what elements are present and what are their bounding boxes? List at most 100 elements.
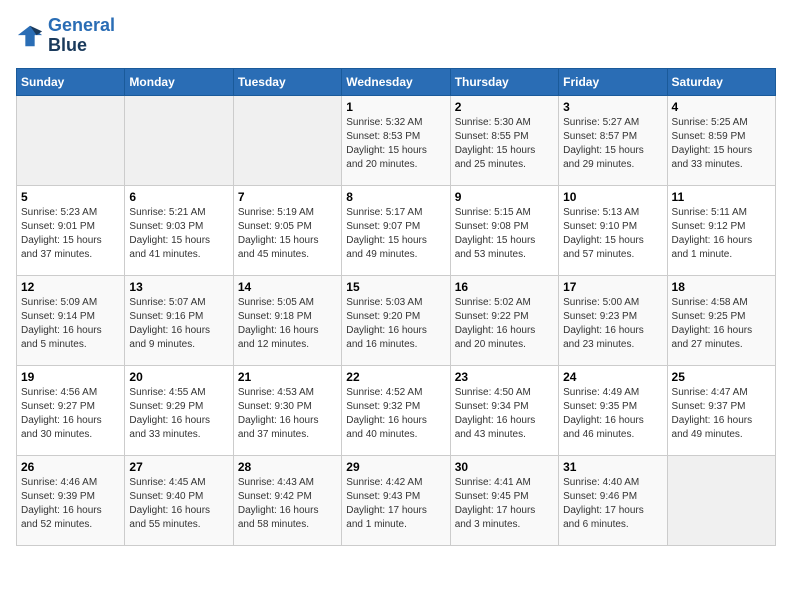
calendar-cell: 9 Sunrise: 5:15 AM Sunset: 9:08 PM Daylig… — [450, 185, 558, 275]
calendar-cell: 14 Sunrise: 5:05 AM Sunset: 9:18 PM Dayli… — [233, 275, 341, 365]
calendar-cell: 11 Sunrise: 5:11 AM Sunset: 9:12 PM Dayli… — [667, 185, 775, 275]
calendar-cell: 17 Sunrise: 5:00 AM Sunset: 9:23 PM Dayli… — [559, 275, 667, 365]
calendar-cell: 26Sunrise: 4:46 AM Sunset: 9:39 PM Dayli… — [17, 455, 125, 545]
calendar-cell: 13 Sunrise: 5:07 AM Sunset: 9:16 PM Dayli… — [125, 275, 233, 365]
day-number: 16 — [455, 280, 554, 294]
week-row-1: 1Sunrise: 5:32 AM Sunset: 8:53 PM Daylig… — [17, 95, 776, 185]
day-header-monday: Monday — [125, 68, 233, 95]
calendar-cell: 18 Sunrise: 4:58 AM Sunset: 9:25 PM Dayli… — [667, 275, 775, 365]
day-number: 17 — [563, 280, 662, 294]
day-info: Sunrise: 5:03 AM Sunset: 9:20 PM Dayligh… — [346, 296, 445, 352]
day-number: 24 — [563, 370, 662, 384]
day-number: 4 — [672, 100, 771, 114]
calendar-cell: 12 Sunrise: 5:09 AM Sunset: 9:14 PM Dayli… — [17, 275, 125, 365]
calendar-cell: 3 Sunrise: 5:27 AM Sunset: 8:57 PM Daylig… — [559, 95, 667, 185]
week-row-5: 26Sunrise: 4:46 AM Sunset: 9:39 PM Dayli… — [17, 455, 776, 545]
day-info: Sunrise: 5:19 AM Sunset: 9:05 PM Dayligh… — [238, 206, 337, 262]
day-number: 20 — [129, 370, 228, 384]
day-number: 25 — [672, 370, 771, 384]
day-info: Sunrise: 5:15 AM Sunset: 9:08 PM Dayligh… — [455, 206, 554, 262]
day-number: 9 — [455, 190, 554, 204]
day-info: Sunrise: 5:05 AM Sunset: 9:18 PM Dayligh… — [238, 296, 337, 352]
day-info: Sunrise: 4:53 AM Sunset: 9:30 PM Dayligh… — [238, 386, 337, 442]
calendar-cell: 31 Sunrise: 4:40 AM Sunset: 9:46 PM Dayli… — [559, 455, 667, 545]
day-number: 5 — [21, 190, 120, 204]
calendar-cell: 5Sunrise: 5:23 AM Sunset: 9:01 PM Daylig… — [17, 185, 125, 275]
day-info: Sunrise: 4:52 AM Sunset: 9:32 PM Dayligh… — [346, 386, 445, 442]
day-info: Sunrise: 5:27 AM Sunset: 8:57 PM Dayligh… — [563, 116, 662, 172]
calendar-cell: 16 Sunrise: 5:02 AM Sunset: 9:22 PM Dayli… — [450, 275, 558, 365]
logo-text: GeneralBlue — [48, 16, 115, 56]
day-info: Sunrise: 4:47 AM Sunset: 9:37 PM Dayligh… — [672, 386, 771, 442]
day-info: Sunrise: 4:58 AM Sunset: 9:25 PM Dayligh… — [672, 296, 771, 352]
day-number: 22 — [346, 370, 445, 384]
calendar-cell: 19 Sunrise: 4:56 AM Sunset: 9:27 PM Dayli… — [17, 365, 125, 455]
day-number: 14 — [238, 280, 337, 294]
day-info: Sunrise: 4:40 AM Sunset: 9:46 PM Dayligh… — [563, 476, 662, 532]
calendar-cell — [125, 95, 233, 185]
day-number: 13 — [129, 280, 228, 294]
day-info: Sunrise: 4:43 AM Sunset: 9:42 PM Dayligh… — [238, 476, 337, 532]
calendar-cell: 6Sunrise: 5:21 AM Sunset: 9:03 PM Daylig… — [125, 185, 233, 275]
day-info: Sunrise: 4:55 AM Sunset: 9:29 PM Dayligh… — [129, 386, 228, 442]
calendar-cell: 21 Sunrise: 4:53 AM Sunset: 9:30 PM Dayli… — [233, 365, 341, 455]
day-info: Sunrise: 4:41 AM Sunset: 9:45 PM Dayligh… — [455, 476, 554, 532]
day-info: Sunrise: 5:11 AM Sunset: 9:12 PM Dayligh… — [672, 206, 771, 262]
day-info: Sunrise: 4:42 AM Sunset: 9:43 PM Dayligh… — [346, 476, 445, 532]
day-info: Sunrise: 4:50 AM Sunset: 9:34 PM Dayligh… — [455, 386, 554, 442]
calendar-table: SundayMondayTuesdayWednesdayThursdayFrid… — [16, 68, 776, 546]
day-info: Sunrise: 5:02 AM Sunset: 9:22 PM Dayligh… — [455, 296, 554, 352]
calendar-cell: 10Sunrise: 5:13 AM Sunset: 9:10 PM Dayli… — [559, 185, 667, 275]
day-number: 30 — [455, 460, 554, 474]
day-number: 21 — [238, 370, 337, 384]
calendar-cell — [17, 95, 125, 185]
day-info: Sunrise: 5:32 AM Sunset: 8:53 PM Dayligh… — [346, 116, 445, 172]
calendar-cell: 4 Sunrise: 5:25 AM Sunset: 8:59 PM Daylig… — [667, 95, 775, 185]
day-header-sunday: Sunday — [17, 68, 125, 95]
day-number: 2 — [455, 100, 554, 114]
calendar-cell: 28 Sunrise: 4:43 AM Sunset: 9:42 PM Dayli… — [233, 455, 341, 545]
day-info: Sunrise: 5:25 AM Sunset: 8:59 PM Dayligh… — [672, 116, 771, 172]
day-info: Sunrise: 5:13 AM Sunset: 9:10 PM Dayligh… — [563, 206, 662, 262]
calendar-cell: 24 Sunrise: 4:49 AM Sunset: 9:35 PM Dayli… — [559, 365, 667, 455]
day-number: 6 — [129, 190, 228, 204]
day-header-tuesday: Tuesday — [233, 68, 341, 95]
calendar-cell: 23 Sunrise: 4:50 AM Sunset: 9:34 PM Dayli… — [450, 365, 558, 455]
day-number: 27 — [129, 460, 228, 474]
day-header-thursday: Thursday — [450, 68, 558, 95]
day-number: 28 — [238, 460, 337, 474]
day-header-saturday: Saturday — [667, 68, 775, 95]
calendar-cell: 2 Sunrise: 5:30 AM Sunset: 8:55 PM Daylig… — [450, 95, 558, 185]
calendar-cell: 22 Sunrise: 4:52 AM Sunset: 9:32 PM Dayli… — [342, 365, 450, 455]
calendar-cell — [667, 455, 775, 545]
day-number: 31 — [563, 460, 662, 474]
day-info: Sunrise: 5:00 AM Sunset: 9:23 PM Dayligh… — [563, 296, 662, 352]
week-row-3: 12 Sunrise: 5:09 AM Sunset: 9:14 PM Dayli… — [17, 275, 776, 365]
day-number: 29 — [346, 460, 445, 474]
calendar-cell: 20 Sunrise: 4:55 AM Sunset: 9:29 PM Dayli… — [125, 365, 233, 455]
day-number: 23 — [455, 370, 554, 384]
logo-icon — [16, 22, 44, 50]
day-info: Sunrise: 4:56 AM Sunset: 9:27 PM Dayligh… — [21, 386, 120, 442]
day-info: Sunrise: 4:49 AM Sunset: 9:35 PM Dayligh… — [563, 386, 662, 442]
day-number: 3 — [563, 100, 662, 114]
day-number: 8 — [346, 190, 445, 204]
day-number: 7 — [238, 190, 337, 204]
calendar-cell: 1Sunrise: 5:32 AM Sunset: 8:53 PM Daylig… — [342, 95, 450, 185]
calendar-cell — [233, 95, 341, 185]
day-info: Sunrise: 4:45 AM Sunset: 9:40 PM Dayligh… — [129, 476, 228, 532]
day-number: 18 — [672, 280, 771, 294]
day-header-wednesday: Wednesday — [342, 68, 450, 95]
day-info: Sunrise: 5:17 AM Sunset: 9:07 PM Dayligh… — [346, 206, 445, 262]
logo: GeneralBlue — [16, 16, 115, 56]
day-number: 19 — [21, 370, 120, 384]
day-info: Sunrise: 5:30 AM Sunset: 8:55 PM Dayligh… — [455, 116, 554, 172]
week-row-2: 5Sunrise: 5:23 AM Sunset: 9:01 PM Daylig… — [17, 185, 776, 275]
day-header-friday: Friday — [559, 68, 667, 95]
calendar-cell: 7 Sunrise: 5:19 AM Sunset: 9:05 PM Daylig… — [233, 185, 341, 275]
day-number: 12 — [21, 280, 120, 294]
day-info: Sunrise: 5:09 AM Sunset: 9:14 PM Dayligh… — [21, 296, 120, 352]
day-number: 26 — [21, 460, 120, 474]
day-number: 11 — [672, 190, 771, 204]
day-info: Sunrise: 5:07 AM Sunset: 9:16 PM Dayligh… — [129, 296, 228, 352]
